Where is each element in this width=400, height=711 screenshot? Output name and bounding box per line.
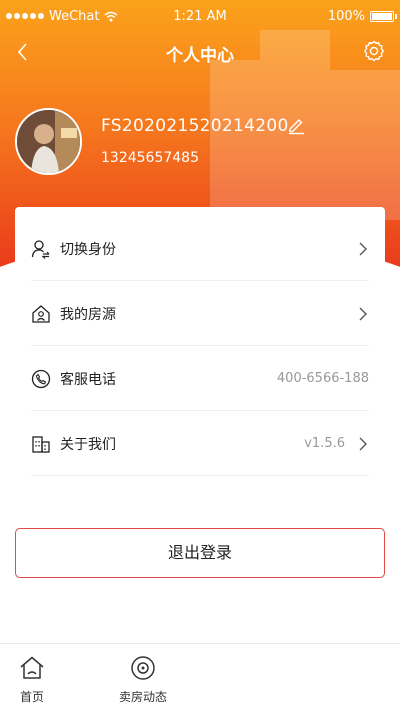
profile-section: FS20202152021420​0 13245657485 <box>15 108 385 176</box>
tab-sell-activity[interactable]: 卖房动态 <box>103 644 183 711</box>
service-phone-number: 400-6566-188 <box>276 371 369 386</box>
settings-gear-icon[interactable] <box>362 39 386 63</box>
menu-item-customer-service[interactable]: 客服电话 400-6566-188 <box>31 347 369 411</box>
menu-item-my-listings[interactable]: 我的房源 <box>31 282 369 346</box>
avatar[interactable] <box>15 108 82 175</box>
edit-pencil-icon[interactable] <box>286 115 306 135</box>
page-title: 个人中心 <box>166 46 234 66</box>
chevron-right-icon <box>359 307 367 320</box>
logout-button[interactable]: 退出登录 <box>15 528 385 578</box>
home-icon <box>20 656 44 679</box>
chevron-right-icon <box>359 242 367 255</box>
user-id: FS20202152021420​0 <box>101 116 289 136</box>
tab-bar: 首页 卖房动态 <box>0 643 400 711</box>
menu-label: 我的房源 <box>60 306 116 323</box>
sell-activity-icon <box>131 656 155 680</box>
menu-item-about-us[interactable]: 关于我们 v1.5.6 <box>31 412 369 476</box>
switch-user-icon <box>31 239 50 259</box>
menu-label: 切换身份 <box>60 241 116 258</box>
menu-card: 切换身份 我的房源 客服电话 400-6566-188 关于我们 v1.5.6 <box>15 207 385 477</box>
nav-bar: 个人中心 <box>0 32 400 72</box>
menu-item-switch-identity[interactable]: 切换身份 <box>31 217 369 281</box>
tab-home[interactable]: 首页 <box>0 644 72 711</box>
user-phone: 13245657485 <box>101 150 199 166</box>
battery-percent: 100% <box>327 8 365 24</box>
tab-label: 卖房动态 <box>118 690 167 704</box>
building-icon <box>32 435 50 453</box>
menu-label: 关于我们 <box>60 436 116 453</box>
chevron-right-icon <box>359 437 367 450</box>
house-icon <box>32 304 50 323</box>
battery-icon <box>370 10 397 22</box>
app-version: v1.5.6 <box>304 436 345 451</box>
status-bar: WeChat 1:21 AM 100% <box>0 0 400 32</box>
menu-label: 客服电话 <box>60 371 116 388</box>
phone-icon <box>31 369 51 388</box>
tab-label: 首页 <box>19 690 44 704</box>
